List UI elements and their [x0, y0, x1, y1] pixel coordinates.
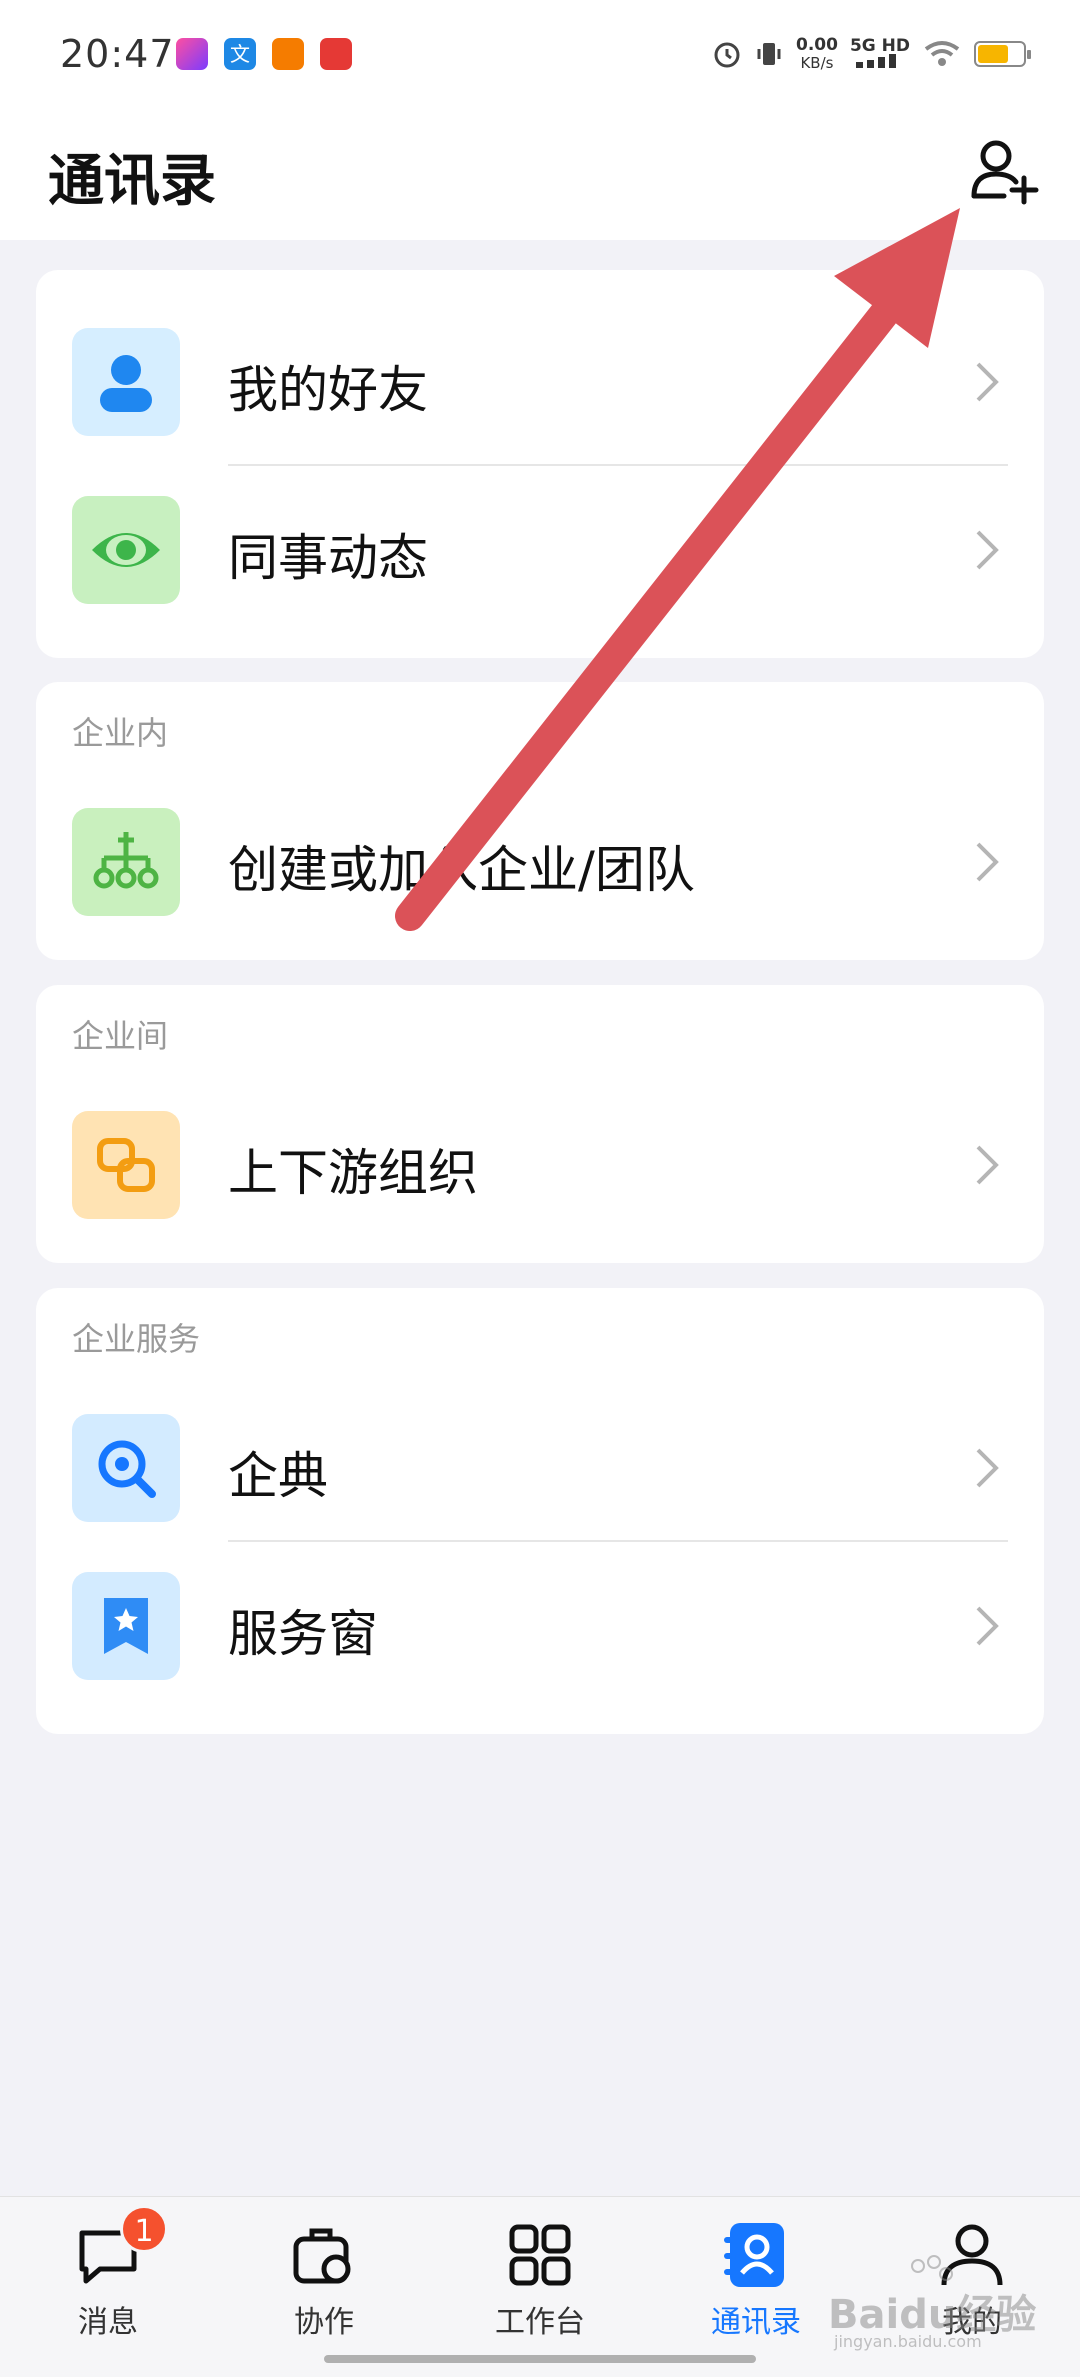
tab-messages[interactable]: 1 消息 [28, 2205, 188, 2340]
bookmark-icon [72, 1572, 180, 1680]
watermark: Baidu经验 jingyan.baidu.com [828, 2252, 1038, 2352]
translate-app-icon: 文 [224, 38, 256, 70]
tab-contacts[interactable]: 通讯录 [676, 2219, 836, 2340]
tab-label: 协作 [294, 2305, 354, 2340]
alarm-icon [714, 42, 740, 68]
list-item-label: 我的好友 [228, 361, 428, 419]
search-icon [72, 1414, 180, 1522]
vibrate-icon [757, 43, 781, 65]
list-item-label: 企典 [228, 1447, 328, 1505]
section-title: 企业内 [72, 714, 169, 752]
tab-label: 消息 [78, 2305, 138, 2340]
card-internal: 企业内 创建或加入企业/团队 [36, 682, 1044, 960]
tab-label: 工作台 [495, 2305, 585, 2340]
home-indicator[interactable] [324, 2355, 756, 2363]
section-title: 企业间 [72, 1017, 169, 1055]
unread-badge: 1 [120, 2205, 168, 2253]
key-app-icon [272, 38, 304, 70]
card-inter-enterprise: 企业间 上下游组织 [36, 985, 1044, 1263]
section-title: 企业服务 [72, 1320, 201, 1358]
list-item-create-join-org[interactable]: 创建或加入企业/团队 [36, 778, 1044, 946]
friend-icon [72, 328, 180, 436]
wifi-icon [924, 41, 960, 66]
list-item-label: 同事动态 [228, 529, 428, 587]
list-item-colleague-updates[interactable]: 同事动态 [36, 466, 1044, 634]
list-item-qidian[interactable]: 企典 [36, 1384, 1044, 1552]
card-friends: 我的好友 同事动态 [36, 270, 1044, 658]
signal-indicator: 5G HD [850, 37, 910, 71]
status-time: 20:47 [60, 32, 175, 76]
video-app-icon [176, 38, 208, 70]
org-tree-icon [72, 808, 180, 916]
chevron-right-icon [976, 1606, 999, 1646]
tab-collaborate[interactable]: 协作 [244, 2219, 404, 2340]
contacts-icon [720, 2219, 792, 2291]
battery-level [978, 45, 1008, 63]
search-app-icon [320, 38, 352, 70]
collaborate-icon [288, 2219, 360, 2291]
status-bar: 20:47 文 0.00 KB/s 5G HD [0, 0, 1080, 110]
add-contact-button[interactable] [966, 134, 1042, 210]
message-icon: 1 [72, 2205, 168, 2291]
card-enterprise-services: 企业服务 企典 服务窗 [36, 1288, 1044, 1734]
page-header: 通讯录 [0, 110, 1080, 240]
chevron-right-icon [976, 1145, 999, 1185]
page-title: 通讯录 [48, 149, 216, 214]
signal-icon [855, 53, 896, 68]
grid-icon [504, 2219, 576, 2291]
watermark-subtext: jingyan.baidu.com [834, 2332, 982, 2351]
tab-label: 通讯录 [711, 2305, 801, 2340]
eye-icon [72, 496, 180, 604]
list-item-service-window[interactable]: 服务窗 [36, 1542, 1044, 1710]
chevron-right-icon [976, 362, 999, 402]
link-icon [72, 1111, 180, 1219]
list-item-my-friends[interactable]: 我的好友 [36, 298, 1044, 466]
net-speed: 0.00 KB/s [796, 35, 838, 72]
battery-icon [974, 41, 1031, 67]
list-item-label: 创建或加入企业/团队 [228, 841, 695, 899]
list-item-label: 上下游组织 [228, 1144, 478, 1202]
tab-workbench[interactable]: 工作台 [460, 2219, 620, 2340]
chevron-right-icon [976, 1448, 999, 1488]
list-item-label: 服务窗 [228, 1605, 378, 1663]
list-item-supply-chain-org[interactable]: 上下游组织 [36, 1081, 1044, 1249]
status-right: 0.00 KB/s 5G HD [712, 35, 1031, 72]
notification-icons: 文 [176, 38, 352, 70]
add-contact-icon [971, 140, 1039, 205]
chevron-right-icon [976, 530, 999, 570]
chevron-right-icon [976, 842, 999, 882]
